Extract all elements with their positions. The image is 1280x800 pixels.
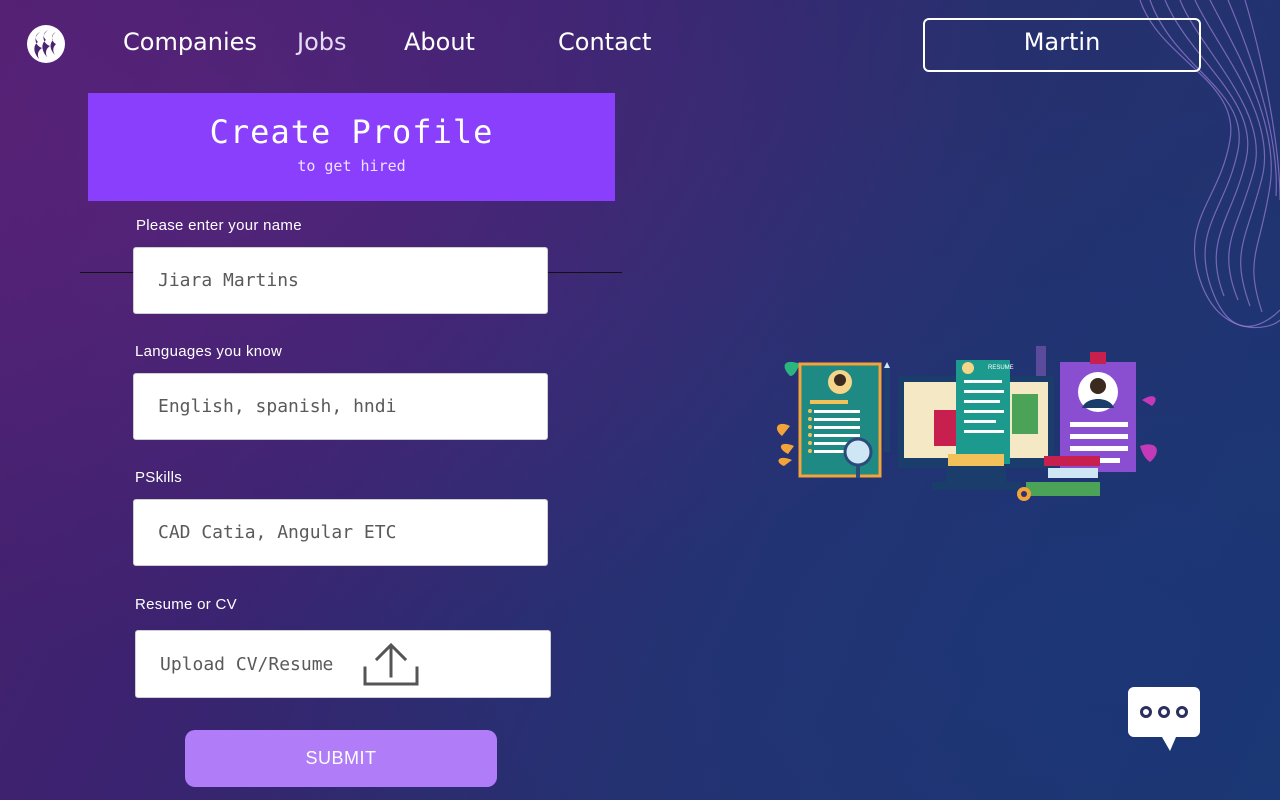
page-subtitle: to get hired	[297, 157, 406, 175]
languages-label: Languages you know	[135, 343, 283, 360]
resume-tag-text: RESUME	[988, 365, 1014, 371]
nav-jobs[interactable]: Jobs	[297, 28, 347, 56]
user-account-button[interactable]: Martin	[923, 18, 1201, 72]
name-label: Please enter your name	[136, 217, 302, 234]
upload-icon[interactable]	[363, 640, 419, 688]
brand-logo-icon[interactable]	[26, 24, 66, 64]
nav-contact[interactable]: Contact	[558, 28, 651, 56]
languages-input[interactable]: English, spanish, hndi	[133, 373, 548, 440]
nav-about[interactable]: About	[404, 28, 475, 56]
page-title: Create Profile	[209, 113, 494, 151]
resume-label: Resume or CV	[135, 596, 237, 613]
resume-upload-placeholder: Upload CV/Resume	[160, 653, 334, 675]
submit-button[interactable]: SUBMIT	[185, 730, 497, 787]
skills-input[interactable]: CAD Catia, Angular ETC	[133, 499, 548, 566]
create-profile-header: Create Profile to get hired	[88, 93, 615, 201]
resume-upload-field[interactable]: Upload CV/Resume	[135, 630, 551, 698]
resume-illustration: RESUME	[776, 346, 1157, 501]
skills-label: PSkills	[135, 469, 183, 486]
chat-bubble-icon[interactable]	[1126, 685, 1202, 755]
name-input[interactable]: Jiara Martins	[133, 247, 548, 314]
nav-companies[interactable]: Companies	[123, 28, 257, 56]
